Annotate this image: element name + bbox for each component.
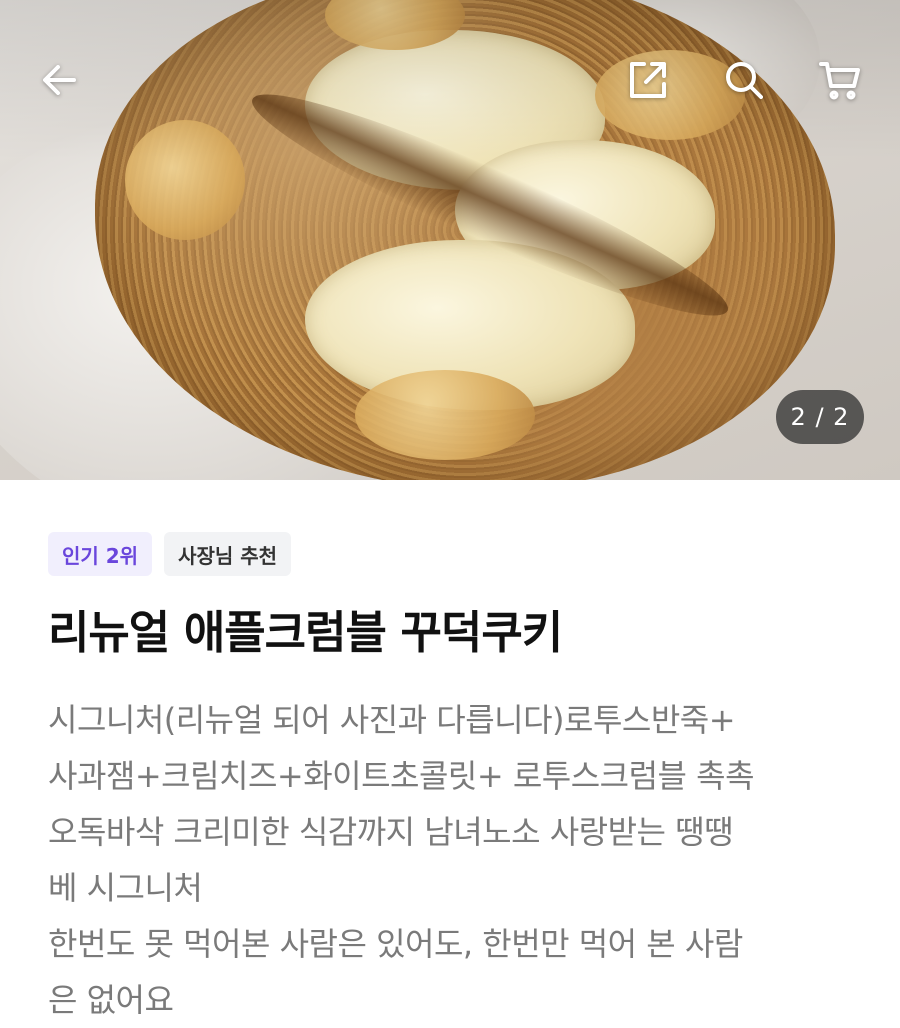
share-button[interactable] (620, 52, 676, 108)
product-description: 시그니처(리뉴얼 되어 사진과 다릅니다)로투스반죽+ 사과잼+크림치즈+화이트… (48, 692, 868, 1028)
description-line: 한번도 못 먹어본 사람은 있어도, 한번만 먹어 본 사람 (48, 925, 743, 963)
cart-icon (819, 62, 860, 100)
description-line: 오독바삭 크리미한 식감까지 남녀노소 사랑받는 땡땡 (48, 813, 734, 851)
crumble (125, 120, 245, 240)
description-line: 은 없어요 (48, 981, 174, 1019)
product-info: 인기 2위 사장님 추천 리뉴얼 애플크럼블 꾸덕쿠키 시그니처(리뉴얼 되어 … (48, 532, 868, 1028)
description-line: 시그니처(리뉴얼 되어 사진과 다릅니다)로투스반죽+ (48, 701, 736, 739)
search-button[interactable] (716, 52, 772, 108)
owner-recommend-badge: 사장님 추천 (164, 532, 292, 576)
crumble (355, 370, 535, 460)
product-image-gallery[interactable]: 2 / 2 (0, 0, 900, 480)
cart-button[interactable] (812, 52, 868, 108)
arrow-left-icon (43, 65, 76, 95)
product-title: 리뉴얼 애플크럼블 꾸덕쿠키 (48, 606, 563, 659)
search-icon (726, 62, 763, 99)
popularity-badge: 인기 2위 (48, 532, 153, 576)
badge-list: 인기 2위 사장님 추천 (48, 532, 868, 576)
image-counter: 2 / 2 (776, 390, 864, 444)
description-line: 사과잼+크림치즈+화이트초콜릿+ 로투스크럼블 촉촉 (48, 757, 755, 795)
back-button[interactable] (32, 52, 88, 108)
share-icon (630, 62, 666, 98)
description-line: 베 시그니처 (48, 869, 203, 907)
